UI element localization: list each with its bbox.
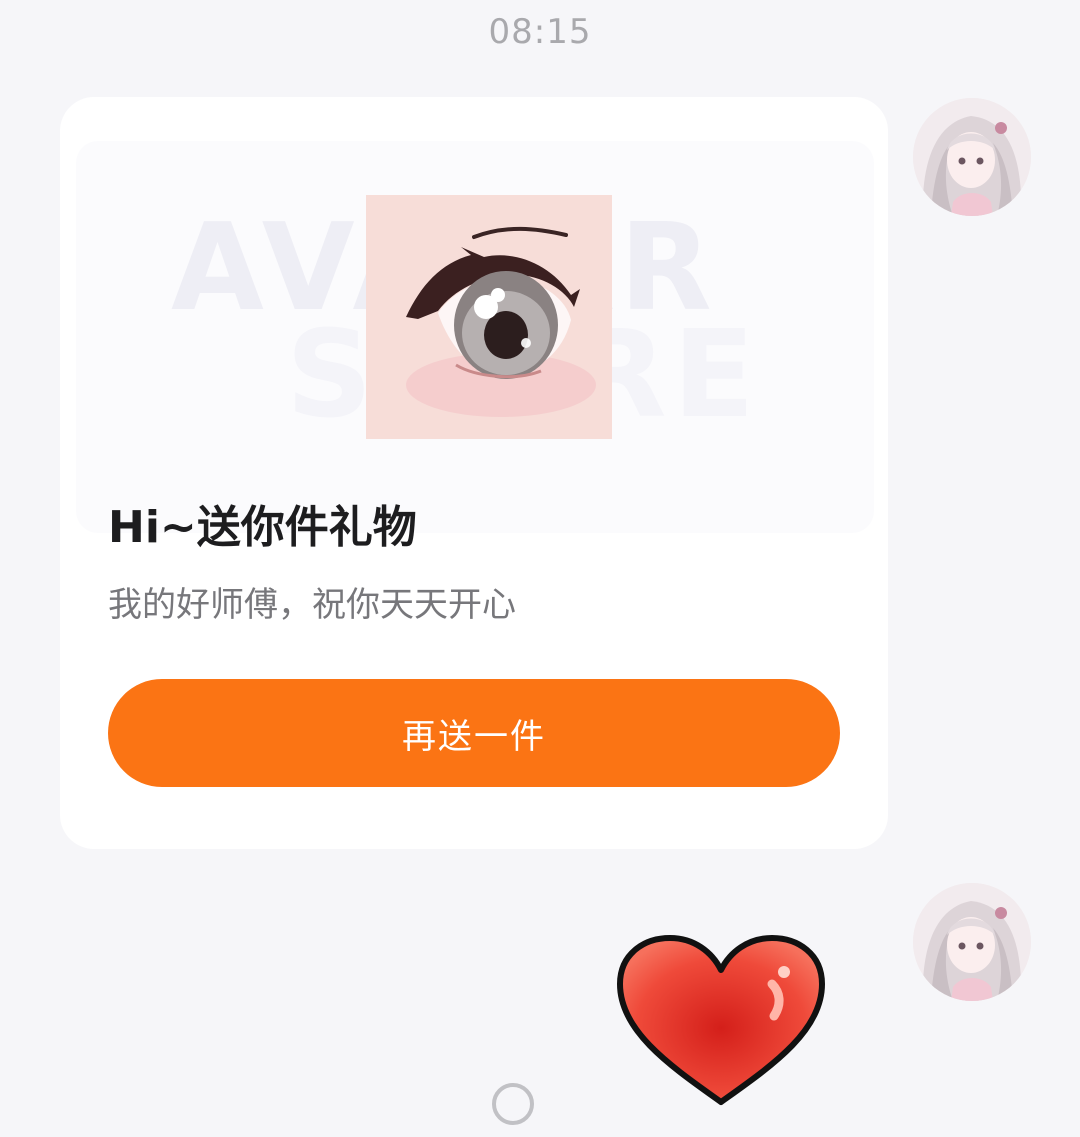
gift-title: Hi~送你件礼物 [108, 502, 417, 553]
message-timestamp: 08:15 [488, 12, 592, 52]
resend-gift-button[interactable]: 再送一件 [108, 679, 840, 787]
heart-icon[interactable] [612, 932, 830, 1108]
gift-message: 我的好师傅，祝你天天开心 [108, 585, 516, 625]
anime-eye-icon [366, 195, 612, 439]
sender-avatar[interactable] [913, 98, 1031, 216]
chat-screen: 08:15 AVATAR STORE [0, 0, 1080, 1137]
sender-avatar[interactable] [913, 883, 1031, 1001]
home-indicator-icon[interactable] [492, 1083, 534, 1125]
gift-banner: AVATAR STORE [76, 141, 874, 533]
gift-message-card[interactable]: AVATAR STORE [60, 97, 888, 849]
